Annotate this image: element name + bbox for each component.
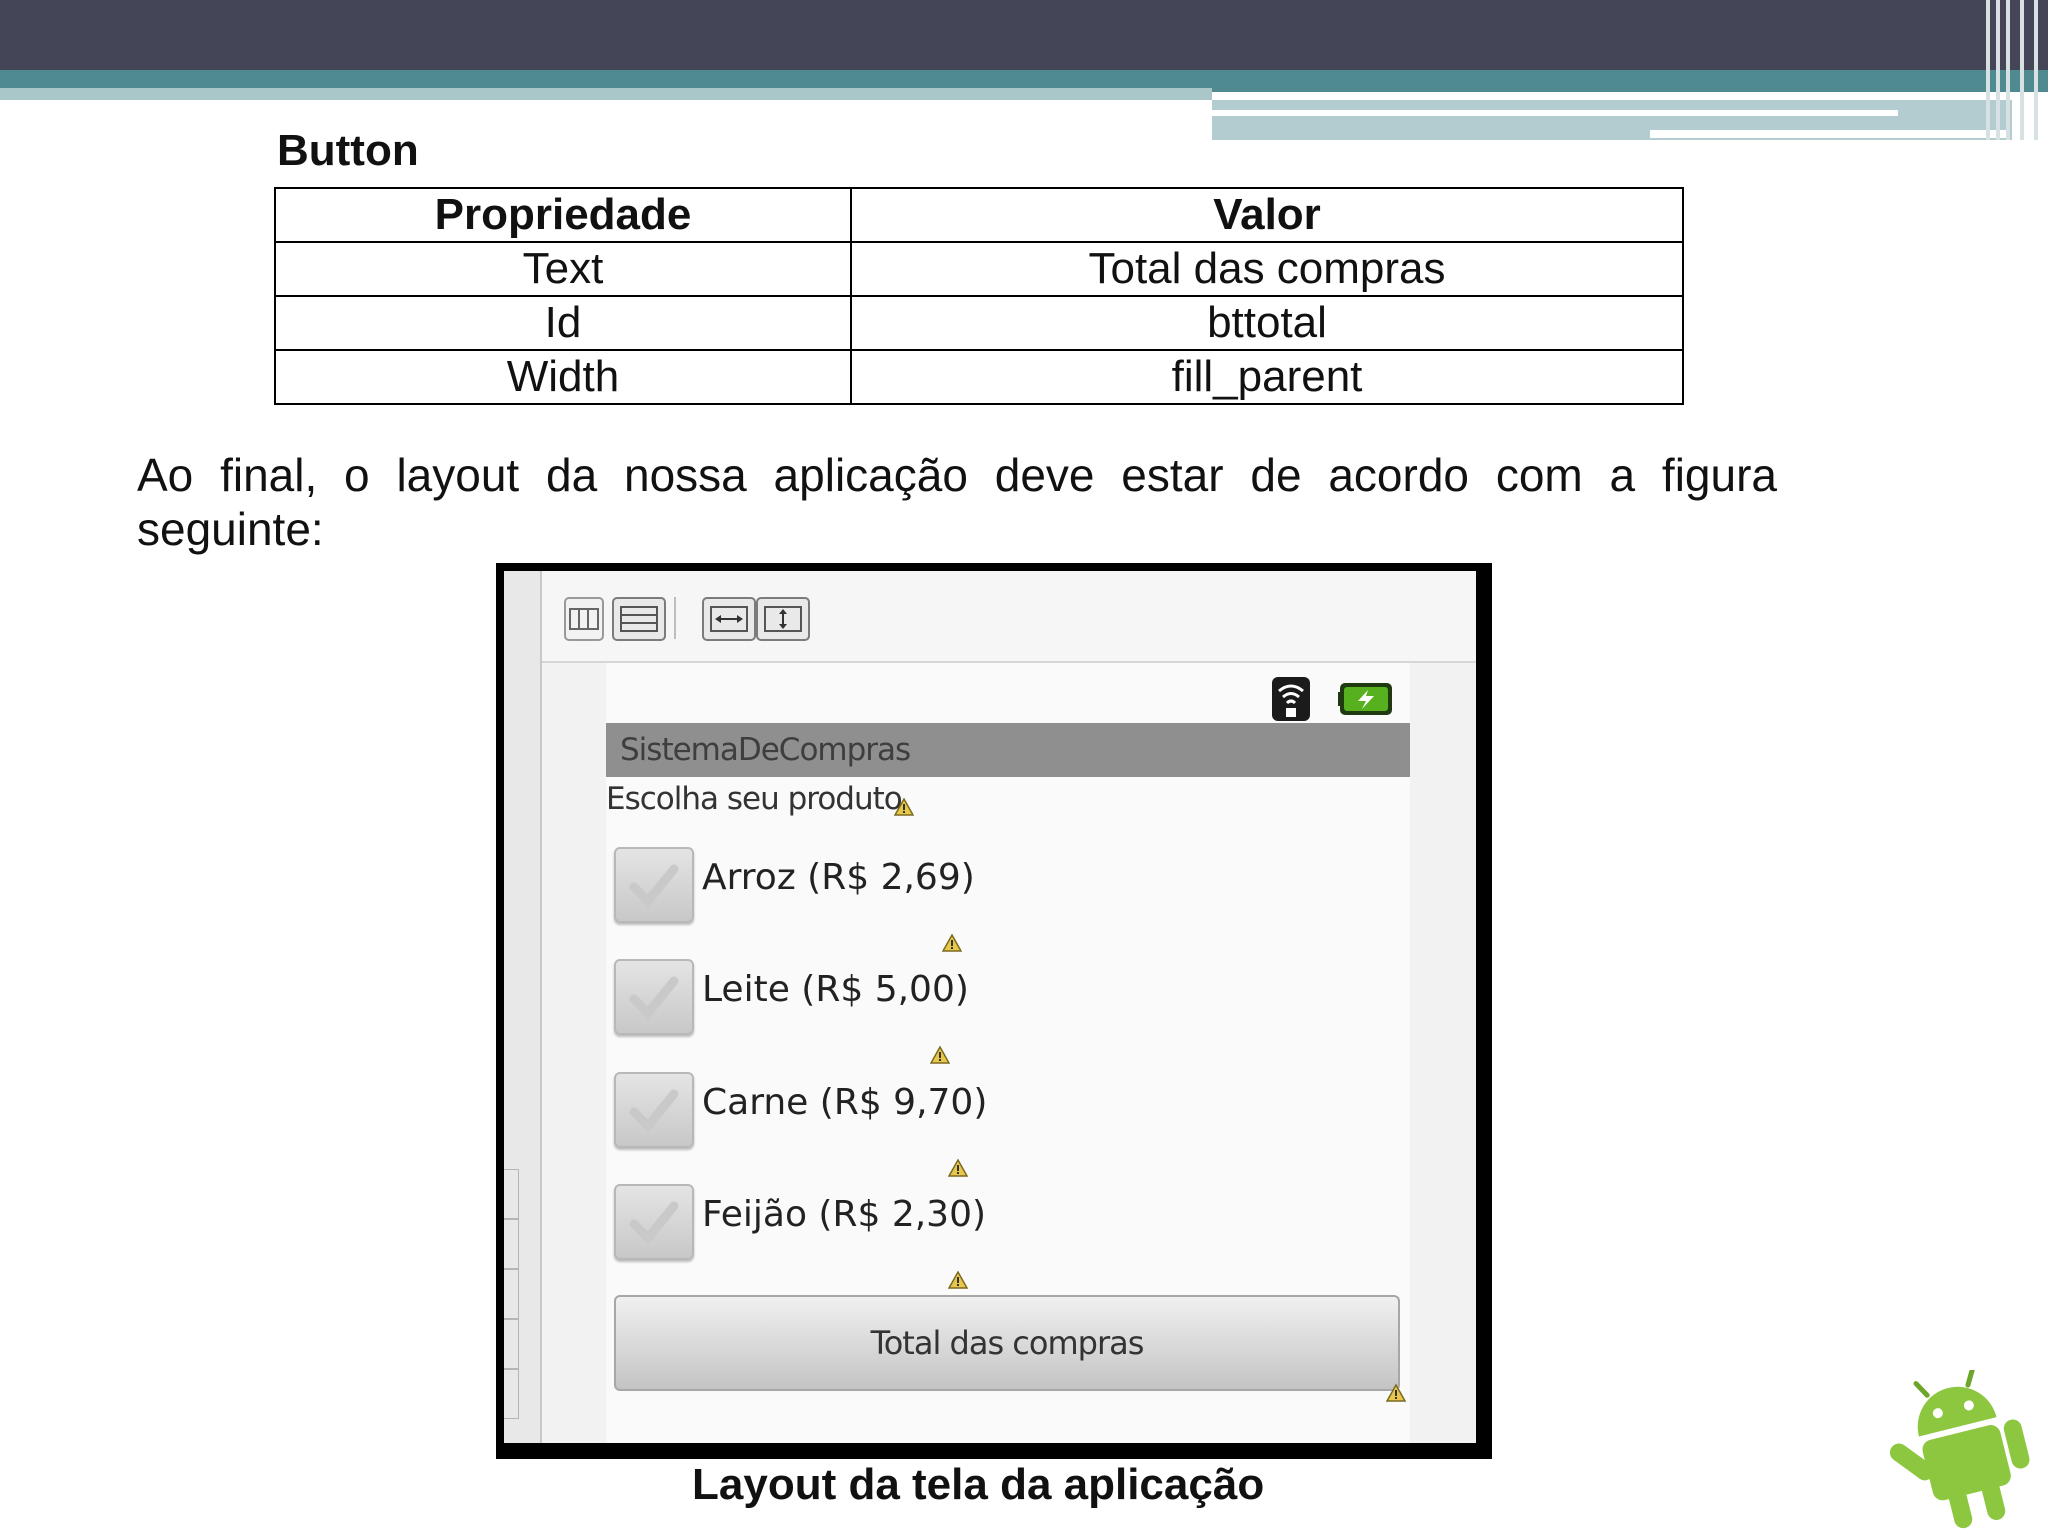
app-title-bar: SistemaDeCompras <box>606 723 1410 777</box>
table-row: Id bttotal <box>274 295 1684 351</box>
table-cell-value: fill_parent <box>850 349 1684 405</box>
checkbox-label: Carne (R$ 9,70) <box>702 1082 988 1123</box>
warning-icon <box>942 933 962 952</box>
table-header-row: Propriedade Valor <box>274 187 1684 243</box>
table-cell-property: Text <box>274 241 852 297</box>
wifi-icon <box>1272 677 1310 721</box>
header-divider-line <box>1212 110 1898 116</box>
table-cell-value: Total das compras <box>850 241 1684 297</box>
checkbox-box[interactable] <box>614 1072 694 1148</box>
table-cell-value: bttotal <box>850 295 1684 351</box>
header-stripes <box>1984 0 2048 140</box>
checkbox-leite[interactable]: Leite (R$ 5,00) <box>614 959 1114 1039</box>
figure-caption: Layout da tela da aplicação <box>692 1460 1265 1509</box>
header-light-bar <box>0 88 1212 100</box>
checkbox-arroz[interactable]: Arroz (R$ 2,69) <box>614 847 1114 927</box>
device-screen: SistemaDeCompras Escolha seu produto Arr… <box>606 663 1410 1443</box>
warning-icon <box>930 1045 950 1064</box>
android-logo-icon <box>1889 1370 2030 1529</box>
fit-width-icon[interactable] <box>702 597 756 641</box>
checkbox-label: Arroz (R$ 2,69) <box>702 857 975 898</box>
checkbox-box[interactable] <box>614 959 694 1035</box>
choose-product-label: Escolha seu produto <box>606 781 903 817</box>
checkbox-carne[interactable]: Carne (R$ 9,70) <box>614 1072 1114 1152</box>
table-row: Text Total das compras <box>274 241 1684 297</box>
body-paragraph: Ao final, o layout da nossa aplicação de… <box>137 449 1777 555</box>
checkbox-box[interactable] <box>614 1184 694 1260</box>
layout-toolbar <box>542 571 1476 663</box>
header-dark-bar <box>0 0 2048 70</box>
table-cell-property: Id <box>274 295 852 351</box>
total-purchases-button[interactable]: Total das compras <box>614 1295 1400 1391</box>
checkbox-box[interactable] <box>614 847 694 923</box>
status-bar <box>606 663 1410 723</box>
editor-left-strip <box>504 571 542 1443</box>
checkbox-feijao[interactable]: Feijão (R$ 2,30) <box>614 1184 1114 1264</box>
warning-icon <box>1386 1383 1406 1402</box>
toolbar-separator <box>674 597 676 639</box>
header-divider-line-short <box>1650 130 2010 138</box>
warning-icon <box>948 1158 968 1177</box>
warning-icon <box>948 1270 968 1289</box>
checkbox-label: Leite (R$ 5,00) <box>702 969 969 1010</box>
section-title: Button <box>277 126 419 175</box>
columns-layout-icon[interactable] <box>564 597 604 641</box>
properties-table: Propriedade Valor Text Total das compras… <box>274 187 1684 405</box>
rows-layout-icon[interactable] <box>612 597 666 641</box>
app-screenshot-figure: SistemaDeCompras Escolha seu produto Arr… <box>496 563 1492 1459</box>
warning-icon <box>894 797 914 816</box>
table-row: Width fill_parent <box>274 349 1684 405</box>
checkbox-label: Feijão (R$ 2,30) <box>702 1194 987 1235</box>
table-header-value: Valor <box>850 187 1684 243</box>
battery-icon <box>1338 683 1392 715</box>
fit-height-icon[interactable] <box>756 597 810 641</box>
editor-canvas: SistemaDeCompras Escolha seu produto Arr… <box>504 571 1476 1443</box>
table-header-property: Propriedade <box>274 187 852 243</box>
table-cell-property: Width <box>274 349 852 405</box>
